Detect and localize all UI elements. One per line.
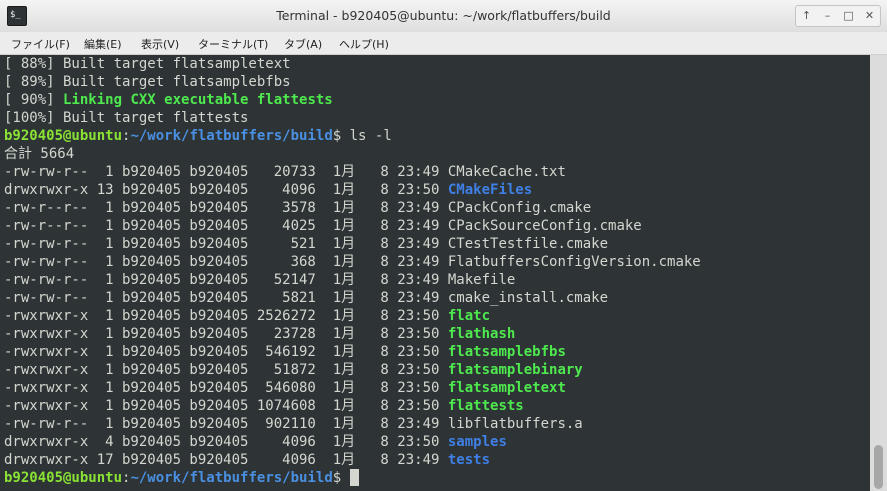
prompt-path: ~/work/flatbuffers/build [130,470,333,486]
listing-meta: drwxrwxr-x 13 b920405 b920405 4096 1月 8 … [4,182,448,198]
listing-filename: flatc [447,308,491,324]
menu-tabs[interactable]: タブ(A) [284,36,322,52]
listing-row: -rw-r--r-- 1 b920405 b920405 3578 1月 8 2… [4,199,591,217]
link-text: Linking CXX executable flattests [63,92,333,108]
menu-view[interactable]: 表示(V) [141,36,179,52]
listing-meta: drwxrwxr-x 4 b920405 b920405 4096 1月 8 2… [4,434,448,450]
close-button[interactable]: ✕ [859,6,880,26]
listing-row: -rw-rw-r-- 1 b920405 b920405 5821 1月 8 2… [4,289,608,307]
listing-filename: flattests [447,398,524,414]
listing-filename: CPackConfig.cmake [447,200,592,216]
prompt-user: b920405@ubuntu [4,128,123,144]
listing-meta: -rwxrwxr-x 1 b920405 b920405 2526272 1月 … [4,308,448,324]
listing-meta: -rwxrwxr-x 1 b920405 b920405 546080 1月 8… [4,380,448,396]
listing-meta: -rw-rw-r-- 1 b920405 b920405 52147 1月 8 … [4,272,448,288]
listing-row: -rwxrwxr-x 1 b920405 b920405 546192 1月 8… [4,343,566,361]
prompt-user: b920405@ubuntu [4,470,123,486]
listing-meta: -rw-rw-r-- 1 b920405 b920405 5821 1月 8 2… [4,290,448,306]
menu-edit[interactable]: 編集(E) [84,36,122,52]
listing-filename: flatsamplebinary [447,362,583,378]
listing-meta: -rw-r--r-- 1 b920405 b920405 4025 1月 8 2… [4,218,448,234]
minimize-button[interactable]: – [817,6,838,26]
listing-filename: libflatbuffers.a [447,416,583,432]
prompt-line: b920405@ubuntu:~/work/flatbuffers/build$… [4,127,392,145]
menu-help[interactable]: ヘルプ(H) [339,36,389,52]
listing-filename: CMakeFiles [447,182,533,198]
listing-filename: flatsampletext [447,380,566,396]
listing-row: -rwxrwxr-x 1 b920405 b920405 23728 1月 8 … [4,325,515,343]
listing-filename: CTestTestfile.cmake [447,236,609,252]
listing-meta: drwxrwxr-x 17 b920405 b920405 4096 1月 8 … [4,452,448,468]
listing-row: -rwxrwxr-x 1 b920405 b920405 2526272 1月 … [4,307,490,325]
maximize-button[interactable]: □ [838,6,859,26]
listing-meta: -rwxrwxr-x 1 b920405 b920405 546192 1月 8… [4,344,448,360]
listing-row: -rwxrwxr-x 1 b920405 b920405 546080 1月 8… [4,379,566,397]
listing-row: drwxrwxr-x 4 b920405 b920405 4096 1月 8 2… [4,433,507,451]
listing-meta: -rw-rw-r-- 1 b920405 b920405 20733 1月 8 … [4,164,448,180]
menu-terminal[interactable]: ターミナル(T) [198,36,268,52]
listing-row: -rw-rw-r-- 1 b920405 b920405 20733 1月 8 … [4,163,566,181]
listing-meta: -rw-rw-r-- 1 b920405 b920405 368 1月 8 23… [4,254,448,270]
listing-filename: cmake_install.cmake [447,290,609,306]
listing-meta: -rw-rw-r-- 1 b920405 b920405 521 1月 8 23… [4,236,448,252]
menu-file[interactable]: ファイル(F) [11,36,70,52]
build-line: [100%] Built target flattests [4,110,249,126]
listing-row: -rwxrwxr-x 1 b920405 b920405 1074608 1月 … [4,397,524,415]
build-line: [ 89%] Built target flatsamplebfbs [4,74,291,90]
menu-bar: ファイル(F) 編集(E) 表示(V) ターミナル(T) タブ(A) ヘルプ(H… [0,32,887,55]
command-text: ls -l [341,128,392,144]
listing-filename: tests [447,452,491,468]
pin-icon[interactable]: ↑ [796,6,817,26]
listing-row: -rw-rw-r-- 1 b920405 b920405 902110 1月 8… [4,415,583,433]
listing-row: -rw-r--r-- 1 b920405 b920405 4025 1月 8 2… [4,217,642,235]
title-bar[interactable]: $_ Terminal - b920405@ubuntu: ~/work/fla… [0,0,887,33]
listing-meta: -rwxrwxr-x 1 b920405 b920405 51872 1月 8 … [4,362,448,378]
listing-filename: flatsamplebfbs [447,344,566,360]
listing-filename: FlatbuffersConfigVersion.cmake [447,254,701,270]
total-line: 合計 5664 [4,146,75,162]
prompt-dollar: $ [332,128,342,144]
listing-meta: -rw-rw-r-- 1 b920405 b920405 902110 1月 8… [4,416,448,432]
prompt-line-current: b920405@ubuntu:~/work/flatbuffers/build$ [4,469,359,487]
listing-meta: -rw-r--r-- 1 b920405 b920405 3578 1月 8 2… [4,200,448,216]
listing-row: -rwxrwxr-x 1 b920405 b920405 51872 1月 8 … [4,361,583,379]
listing-row: drwxrwxr-x 17 b920405 b920405 4096 1月 8 … [4,451,490,469]
prompt-path: ~/work/flatbuffers/build [130,128,333,144]
terminal-window: $_ Terminal - b920405@ubuntu: ~/work/fla… [0,0,887,491]
listing-filename: CMakeCache.txt [447,164,566,180]
listing-row: -rw-rw-r-- 1 b920405 b920405 52147 1月 8 … [4,271,515,289]
listing-filename: flathash [447,326,516,342]
text-cursor [349,469,359,486]
build-line: [ 88%] Built target flatsampletext [4,56,291,72]
window-title: Terminal - b920405@ubuntu: ~/work/flatbu… [276,8,611,23]
scrollbar-thumb[interactable] [874,445,883,489]
link-line: [ 90%] Linking CXX executable flattests [4,91,333,109]
terminal-output[interactable]: [ 88%] Built target flatsampletext [ 89%… [0,55,870,491]
listing-row: -rw-rw-r-- 1 b920405 b920405 521 1月 8 23… [4,235,608,253]
listing-meta: -rwxrwxr-x 1 b920405 b920405 1074608 1月 … [4,398,448,414]
window-controls: ↑ – □ ✕ [795,5,881,27]
listing-filename: samples [447,434,507,450]
link-prefix: [ 90%] [4,92,64,108]
listing-filename: CPackSourceConfig.cmake [447,218,642,234]
listing-filename: Makefile [447,272,516,288]
prompt-dollar: $ [332,470,342,486]
listing-row: -rw-rw-r-- 1 b920405 b920405 368 1月 8 23… [4,253,701,271]
listing-meta: -rwxrwxr-x 1 b920405 b920405 23728 1月 8 … [4,326,448,342]
vertical-scrollbar[interactable] [870,55,887,491]
listing-row: drwxrwxr-x 13 b920405 b920405 4096 1月 8 … [4,181,532,199]
